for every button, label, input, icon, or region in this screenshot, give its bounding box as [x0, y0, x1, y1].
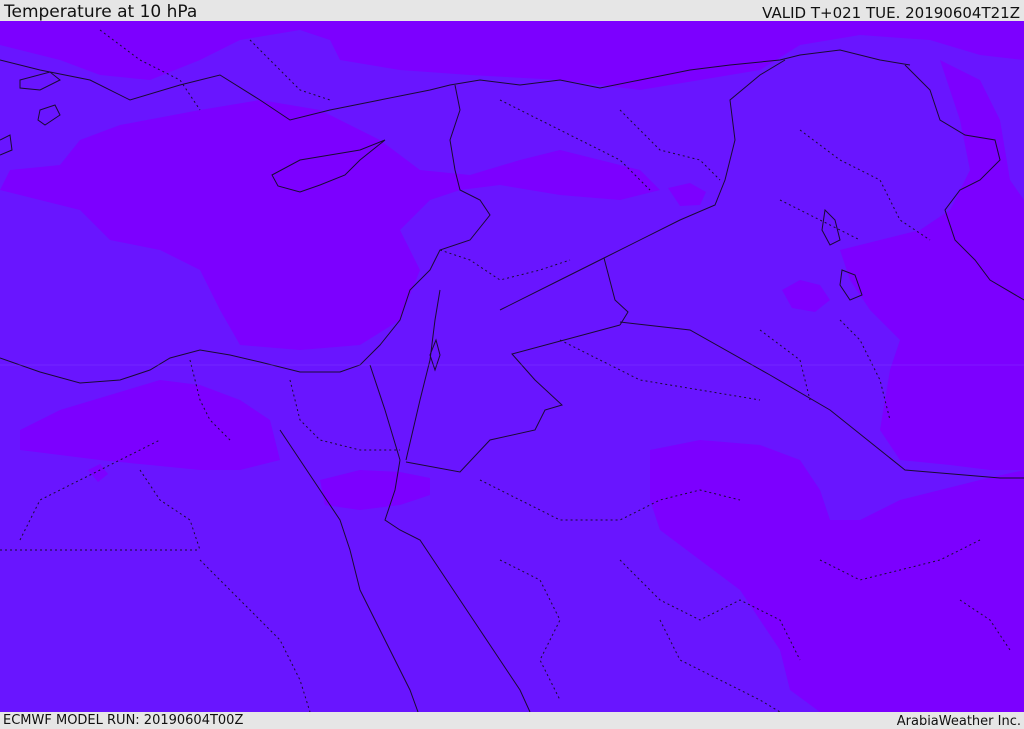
credit-label: ArabiaWeather Inc.: [896, 714, 1021, 729]
header-bar: Temperature at 10 hPa VALID T+021 TUE. 2…: [0, 0, 1024, 21]
map-canvas: [0, 21, 1024, 712]
footer-bar: ECMWF MODEL RUN: 20190604T00Z ArabiaWeat…: [0, 712, 1024, 729]
model-run-label: ECMWF MODEL RUN: 20190604T00Z: [3, 713, 244, 728]
temperature-map[interactable]: [0, 21, 1024, 712]
map-title: Temperature at 10 hPa: [4, 2, 198, 22]
valid-time-label: VALID T+021 TUE. 20190604T21Z: [762, 4, 1020, 22]
